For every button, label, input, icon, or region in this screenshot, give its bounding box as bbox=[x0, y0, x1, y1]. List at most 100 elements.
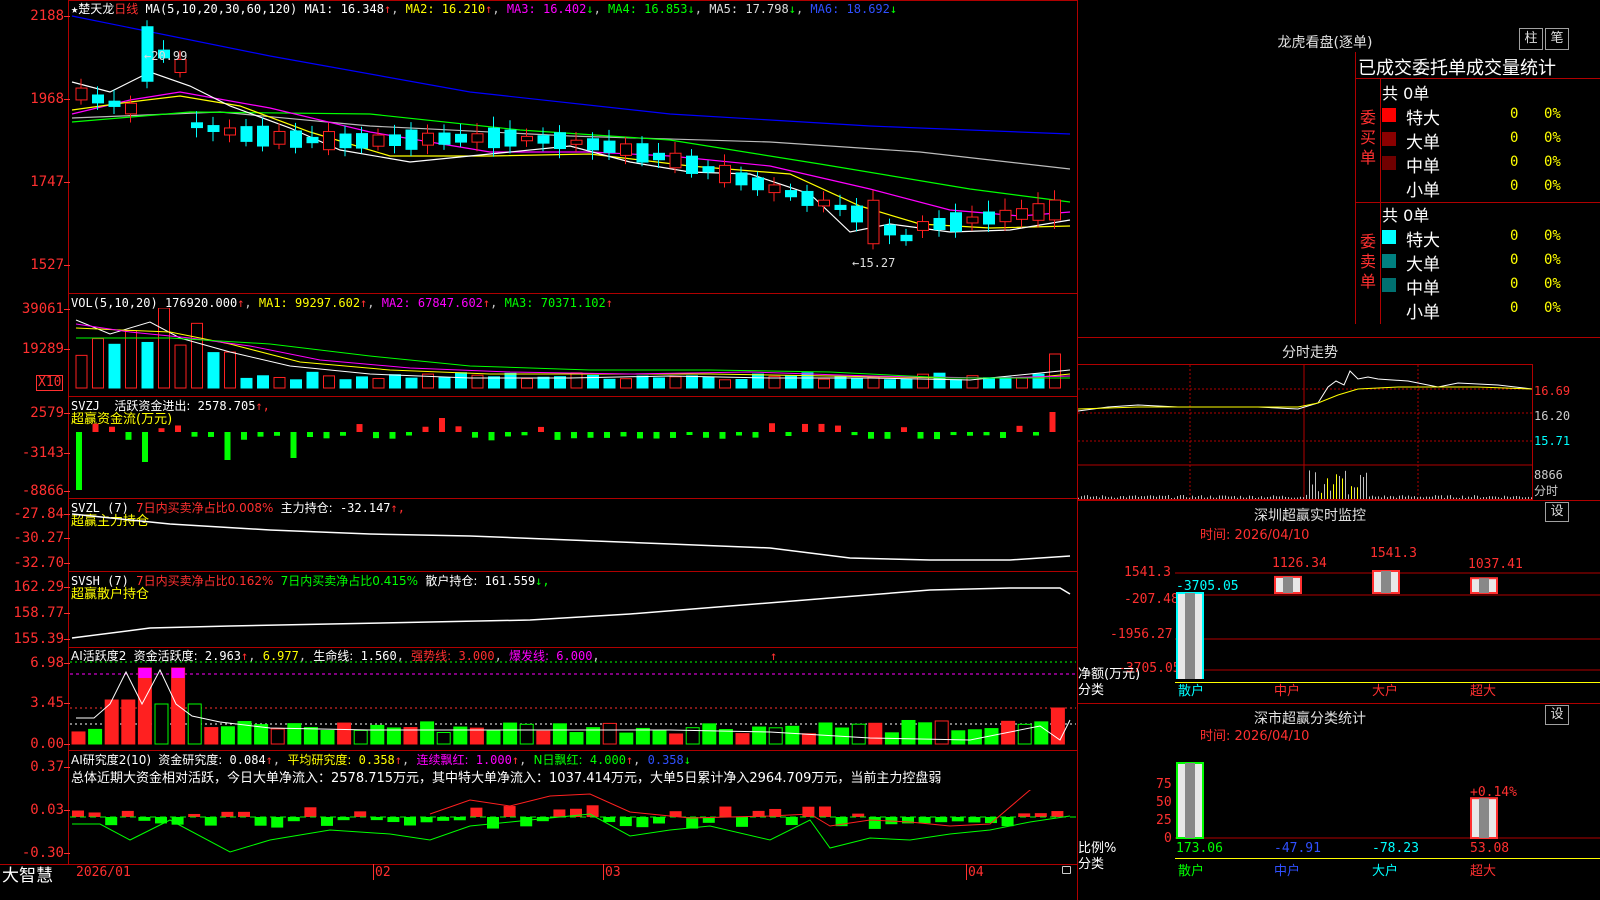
cls-value-bar-shade bbox=[1185, 763, 1195, 838]
ai-activity-bar bbox=[1017, 723, 1032, 745]
intraday-volume-bar bbox=[1498, 497, 1499, 499]
sell-s-count: 0 bbox=[1510, 300, 1519, 316]
candle-body bbox=[818, 199, 830, 207]
volume-bar bbox=[999, 376, 1012, 389]
candle-body bbox=[471, 133, 484, 143]
svzj-chart[interactable] bbox=[70, 410, 1076, 498]
intraday-volume-bar bbox=[1180, 495, 1181, 499]
volume-bar bbox=[323, 375, 335, 389]
intraday-volume-bar bbox=[1297, 497, 1298, 499]
tick-mode-button[interactable]: 笔 bbox=[1545, 28, 1569, 50]
intraday-ytick: 16.20 bbox=[1534, 409, 1571, 423]
svzj-bar bbox=[538, 426, 544, 432]
candle-body bbox=[900, 234, 913, 242]
volume-bar bbox=[224, 351, 236, 389]
svzj-bar bbox=[967, 432, 973, 436]
intraday-volume-bar bbox=[1270, 496, 1271, 499]
ai-activity-bar bbox=[337, 722, 352, 745]
buy-l-pct: 0% bbox=[1544, 130, 1561, 146]
intraday-volume-bar bbox=[1186, 497, 1187, 499]
ai-research-bar bbox=[553, 809, 566, 817]
svzj-bar bbox=[208, 432, 214, 437]
intraday-volume-bar bbox=[1525, 497, 1526, 499]
x-tick-apr bbox=[966, 864, 967, 880]
ai-research-bar bbox=[221, 811, 234, 817]
sell-l-pct: 0% bbox=[1544, 252, 1561, 268]
intraday-volume-bar bbox=[1501, 497, 1502, 499]
ai-activity-bar bbox=[71, 731, 86, 745]
sz-settings-button[interactable]: 设 bbox=[1545, 502, 1569, 522]
intraday-volume-bar bbox=[1423, 497, 1424, 499]
intraday-volume-bar bbox=[1294, 497, 1295, 499]
ai-research-bar bbox=[437, 817, 450, 821]
sz-value-label: 1541.3 bbox=[1370, 546, 1417, 561]
intraday-volume-bar bbox=[1213, 497, 1214, 499]
svzj-bar bbox=[241, 432, 247, 440]
volume-chart[interactable] bbox=[70, 308, 1076, 394]
svzj-bar bbox=[719, 432, 726, 439]
lock-icon[interactable] bbox=[1062, 866, 1071, 874]
intraday-volume-bar bbox=[1105, 496, 1106, 499]
candlestick-chart[interactable]: ←20.99 ←15.27 bbox=[70, 14, 1076, 292]
vol-ytick: 39061 bbox=[21, 301, 64, 317]
sell-xl-count: 0 bbox=[1510, 228, 1519, 244]
buy-total: 共 0单 bbox=[1382, 84, 1430, 103]
ai-research-bars bbox=[70, 805, 1076, 829]
candle-body bbox=[669, 152, 682, 169]
ai-research-bar bbox=[1001, 817, 1014, 827]
ai-activity-chart[interactable] bbox=[70, 660, 1076, 748]
ai-research-chart[interactable] bbox=[70, 790, 1076, 862]
cls-settings-button[interactable]: 设 bbox=[1545, 705, 1569, 725]
intraday-volume-bar bbox=[1099, 497, 1100, 499]
ai-research-bar bbox=[1051, 811, 1064, 817]
volume-bar bbox=[950, 379, 962, 389]
ai-research-bar bbox=[1018, 813, 1031, 817]
svsh-ytick: 162.29 bbox=[13, 579, 64, 595]
cls-value-label: 173.06 bbox=[1176, 841, 1223, 856]
volume-bar bbox=[488, 376, 500, 389]
intraday-volume-bar bbox=[1117, 497, 1118, 499]
candle-body bbox=[834, 204, 847, 210]
svzj-bar bbox=[340, 432, 346, 436]
ai-activity-bar bbox=[552, 723, 567, 745]
ai-research-bar bbox=[487, 817, 499, 829]
order-stats-divider bbox=[1356, 78, 1600, 79]
intraday-volume-bar bbox=[1432, 496, 1433, 499]
candle-body bbox=[867, 199, 880, 245]
sz-top-border bbox=[1077, 500, 1600, 501]
intraday-volume-bar bbox=[1462, 495, 1463, 499]
ai-activity-bar bbox=[752, 726, 767, 745]
svzj-bar bbox=[802, 423, 808, 432]
candle-body bbox=[323, 131, 335, 151]
svzj-bar bbox=[439, 418, 445, 432]
volume-bar bbox=[306, 371, 319, 389]
svzl-chart[interactable] bbox=[70, 510, 1076, 570]
svzj-bar bbox=[901, 427, 907, 432]
ai2-arrow1: ↑ bbox=[265, 753, 273, 767]
candle-body bbox=[702, 166, 715, 173]
volume-bar bbox=[273, 376, 286, 389]
buy-s-pct: 0% bbox=[1544, 178, 1561, 194]
intraday-volume-bar bbox=[1417, 497, 1418, 499]
sz-value-bar-shade bbox=[1479, 578, 1489, 593]
volume-bar bbox=[636, 375, 649, 389]
cls-chart[interactable] bbox=[1175, 750, 1600, 846]
intraday-volume-bar bbox=[1243, 497, 1244, 499]
volume-bar bbox=[686, 375, 698, 389]
svzj-bar bbox=[505, 432, 511, 437]
sz-monitor-chart[interactable] bbox=[1175, 543, 1600, 679]
intraday-volume-bar bbox=[1321, 492, 1322, 499]
intraday-volume-bar bbox=[1336, 474, 1337, 499]
intraday-volume-bar bbox=[1486, 497, 1487, 499]
svsh-chart[interactable] bbox=[70, 584, 1076, 646]
cls-ytick: 25 bbox=[1156, 813, 1172, 828]
intraday-chart[interactable] bbox=[1078, 365, 1532, 499]
ai-research-bar bbox=[520, 817, 533, 827]
bar-mode-button[interactable]: 柱 bbox=[1519, 28, 1543, 50]
intraday-volume-bar bbox=[1318, 491, 1319, 499]
ai-activity-bar bbox=[204, 727, 219, 745]
ai-activity-bar bbox=[436, 732, 451, 745]
sz-cat-medium: 中户 bbox=[1274, 684, 1301, 699]
volume-bar bbox=[471, 374, 484, 389]
volume-bar bbox=[752, 373, 764, 389]
